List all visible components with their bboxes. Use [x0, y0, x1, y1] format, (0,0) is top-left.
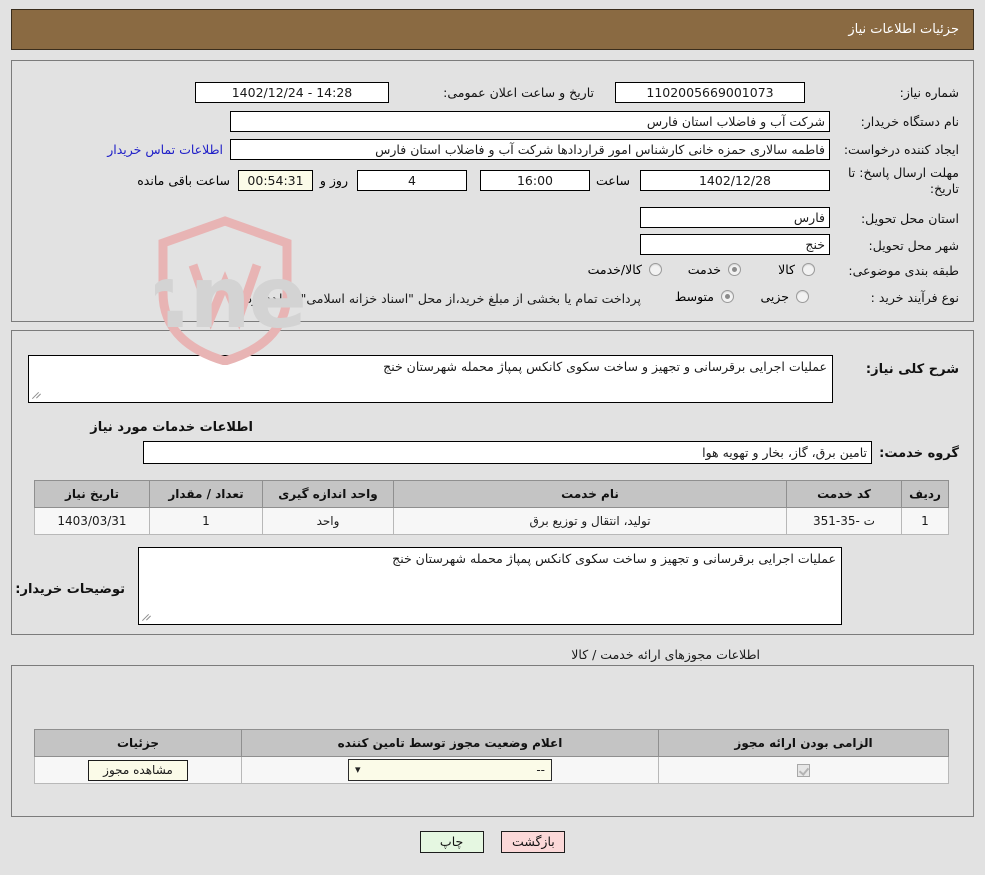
permit-status-selected-value: --: [536, 763, 545, 777]
requester-label: ایجاد کننده درخواست:: [843, 142, 959, 157]
permits-table: الزامی بودن ارائه مجوز اعلام وضعیت مجوز …: [34, 729, 949, 784]
process-type-label: نوع فرآیند خرید :: [870, 290, 959, 305]
col-header-permit-status: اعلام وضعیت مجوز توسط تامین کننده: [241, 729, 659, 757]
delivery-province-field[interactable]: فارس: [640, 207, 830, 228]
permit-status-select[interactable]: ▾ --: [348, 759, 552, 781]
deadline-label: مهلت ارسال پاسخ: تا تاریخ:: [848, 165, 959, 196]
services-info-title: اطلاعات خدمات مورد نیاز: [90, 420, 253, 435]
category-radio-kala[interactable]: [802, 263, 815, 276]
cell-need-date: 1403/03/31: [34, 507, 150, 535]
view-permit-button[interactable]: مشاهده مجوز: [88, 759, 188, 781]
cell-service-code: ت -35-351: [786, 507, 902, 535]
delivery-city-label: شهر محل تحویل:: [868, 238, 959, 253]
col-header-permit-details: جزئیات: [34, 729, 242, 757]
buyer-notes-text: عملیات اجرایی برقرسانی و تجهیز و ساخت سک…: [392, 551, 836, 566]
resize-grip-icon[interactable]: [31, 390, 42, 401]
general-desc-label: شرح کلی نیاز:: [865, 362, 959, 377]
category-radio-kala-khedmat[interactable]: [649, 263, 662, 276]
category-radio-label-kala-khedmat: کالا/خدمت: [587, 262, 642, 277]
col-header-permit-required: الزامی بودن ارائه مجوز: [658, 729, 949, 757]
table-row: ▾ -- مشاهده مجوز: [34, 756, 949, 784]
col-header-quantity: تعداد / مقدار: [149, 480, 263, 508]
permit-required-checkbox: [797, 764, 810, 777]
resize-grip-icon[interactable]: [141, 612, 152, 623]
cell-permit-required: [658, 756, 949, 784]
general-desc-textarea[interactable]: عملیات اجرایی برقرسانی و تجهیز و ساخت سک…: [28, 355, 833, 403]
print-button[interactable]: چاپ: [419, 831, 484, 853]
process-radio-motavaset[interactable]: [721, 290, 734, 303]
deadline-time-field[interactable]: 16:00: [480, 170, 590, 191]
back-button[interactable]: بازگشت: [501, 831, 566, 853]
buyer-contact-link[interactable]: اطلاعات تماس خریدار: [107, 142, 223, 158]
col-header-service-name: نام خدمت: [393, 480, 787, 508]
cell-quantity: 1: [149, 507, 263, 535]
table-row: 1 ت -35-351 تولید، انتقال و توزیع برق وا…: [34, 507, 949, 535]
general-desc-text: عملیات اجرایی برقرسانی و تجهیز و ساخت سک…: [383, 359, 827, 374]
category-radio-khedmat[interactable]: [728, 263, 741, 276]
buyer-org-label: نام دستگاه خریدار:: [860, 114, 959, 129]
announce-datetime-field[interactable]: 14:28 - 1402/12/24: [195, 82, 389, 103]
col-header-radif: ردیف: [901, 480, 949, 508]
deadline-date-field[interactable]: 1402/12/28: [640, 170, 830, 191]
permits-table-header-row: الزامی بودن ارائه مجوز اعلام وضعیت مجوز …: [34, 729, 949, 757]
col-header-service-code: کد خدمت: [786, 480, 902, 508]
countdown-timer-field: 00:54:31: [238, 170, 313, 191]
days-remaining-field[interactable]: 4: [357, 170, 467, 191]
col-header-need-date: تاریخ نیاز: [34, 480, 150, 508]
deadline-hour-label: ساعت: [595, 173, 630, 188]
service-group-label: گروه خدمت:: [879, 446, 959, 461]
cell-radif: 1: [901, 507, 949, 535]
delivery-city-field[interactable]: خنج: [640, 234, 830, 255]
process-radio-label-motavaset: متوسط: [674, 289, 714, 304]
delivery-province-label: استان محل تحویل:: [860, 211, 959, 226]
buyer-notes-label: توضیحات خریدار:: [15, 582, 125, 597]
category-radio-label-khedmat: خدمت: [687, 262, 721, 277]
process-radio-label-jozei: جزیی: [760, 289, 789, 304]
category-radio-label-kala: کالا: [778, 262, 795, 277]
buyer-org-field[interactable]: شرکت آب و فاضلاب استان فارس: [230, 111, 830, 132]
hours-remaining-label: ساعت باقی مانده: [137, 173, 230, 188]
requester-field[interactable]: فاطمه سالاری حمزه خانی کارشناس امور قرار…: [230, 139, 830, 160]
cell-permit-details: مشاهده مجوز: [34, 756, 242, 784]
buyer-notes-textarea[interactable]: عملیات اجرایی برقرسانی و تجهیز و ساخت سک…: [138, 547, 842, 625]
announce-datetime-label: تاریخ و ساعت اعلان عمومی:: [443, 85, 594, 100]
cell-service-name: تولید، انتقال و توزیع برق: [393, 507, 787, 535]
page-title: جزئیات اطلاعات نیاز: [848, 22, 959, 37]
services-table-header-row: ردیف کد خدمت نام خدمت واحد اندازه گیری ت…: [34, 480, 949, 508]
cell-unit: واحد: [262, 507, 394, 535]
footer-button-bar: بازگشت چاپ: [0, 831, 985, 853]
cell-permit-status: ▾ --: [241, 756, 659, 784]
payment-note-text: پرداخت تمام یا بخشی از مبلغ خرید،از محل …: [242, 291, 641, 306]
need-number-label: شماره نیاز:: [899, 85, 959, 100]
need-number-field[interactable]: 1102005669001073: [615, 82, 805, 103]
page-header-bar: جزئیات اطلاعات نیاز: [11, 9, 974, 50]
chevron-down-icon: ▾: [355, 763, 361, 776]
category-label: طبقه بندی موضوعی:: [848, 263, 959, 278]
service-group-field[interactable]: تامین برق، گاز، بخار و تهویه هوا: [143, 441, 872, 464]
process-radio-jozei[interactable]: [796, 290, 809, 303]
permits-section-caption: اطلاعات مجوزهای ارائه خدمت / کالا: [571, 647, 760, 662]
days-and-label: روز و: [319, 173, 348, 188]
col-header-unit: واحد اندازه گیری: [262, 480, 394, 508]
services-table: ردیف کد خدمت نام خدمت واحد اندازه گیری ت…: [34, 480, 949, 535]
